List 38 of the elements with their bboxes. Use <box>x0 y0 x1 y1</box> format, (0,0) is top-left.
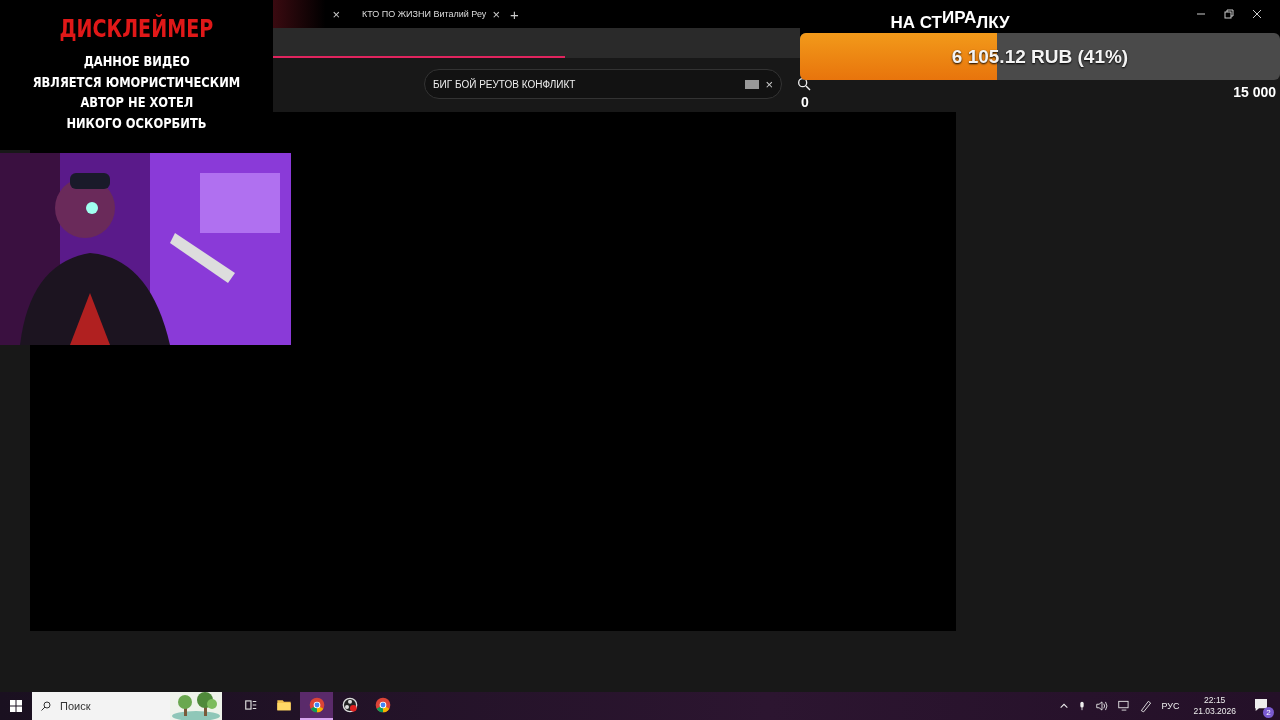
counter-value: 15 000 <box>1233 84 1276 100</box>
counter-value: 0 <box>801 94 809 110</box>
taskbar-search-field[interactable]: Поиск <box>32 692 222 720</box>
search-field[interactable]: БИГ БОЙ РЕУТОВ КОНФЛИКТ × <box>424 69 782 99</box>
disclaimer-line: НИКОГО ОСКОРБИТЬ <box>66 113 207 133</box>
close-icon <box>1252 9 1262 19</box>
new-tab-button[interactable]: + <box>510 5 519 23</box>
disclaimer-line: ЯВЛЯЕТСЯ ЮМОРИСТИЧЕСКИМ <box>32 72 241 92</box>
close-tab-button[interactable]: × <box>492 7 500 21</box>
disclaimer-line: ДАННОЕ ВИДЕО <box>83 52 190 71</box>
close-tab-button[interactable]: × <box>332 7 340 21</box>
windows-icon <box>10 700 22 712</box>
folder-icon <box>275 697 292 713</box>
taskbar-app-button[interactable] <box>300 692 333 720</box>
search-placeholder: Поиск <box>60 700 92 712</box>
language-indicator[interactable]: РУС <box>1161 701 1180 711</box>
tab-title: КТО ПО ЖИЗНИ Виталий Реу <box>362 9 487 19</box>
search-text: БИГ БОЙ РЕУТОВ КОНФЛИКТ <box>433 78 577 90</box>
clear-button[interactable]: × <box>765 77 773 91</box>
search-icon <box>40 700 52 712</box>
message-icon <box>1253 696 1269 713</box>
obs-icon <box>341 697 358 713</box>
chrome-icon <box>374 697 391 713</box>
notifications-button[interactable]: 2 <box>1250 695 1272 717</box>
pen-icon <box>1139 699 1154 713</box>
goal-amount: 6 105.12 RUB (41%) <box>950 44 1130 69</box>
notification-count: 2 <box>1263 707 1274 718</box>
chevron-up-icon <box>1059 701 1070 711</box>
clock-time: 22:15 <box>1204 695 1226 706</box>
clock-date: 21.03.2026 <box>1193 706 1236 717</box>
network-icon <box>1117 699 1132 713</box>
restore-icon <box>1224 9 1234 19</box>
task-view-icon <box>243 698 258 712</box>
speaker-icon <box>1095 699 1110 713</box>
disclaimer-line: АВТОР НЕ ХОТЕЛ <box>80 93 193 112</box>
disclaimer-title: ДИСКЛЕЙМЕР <box>59 14 214 43</box>
keyboard-icon <box>745 79 760 89</box>
chrome-icon <box>308 697 325 713</box>
